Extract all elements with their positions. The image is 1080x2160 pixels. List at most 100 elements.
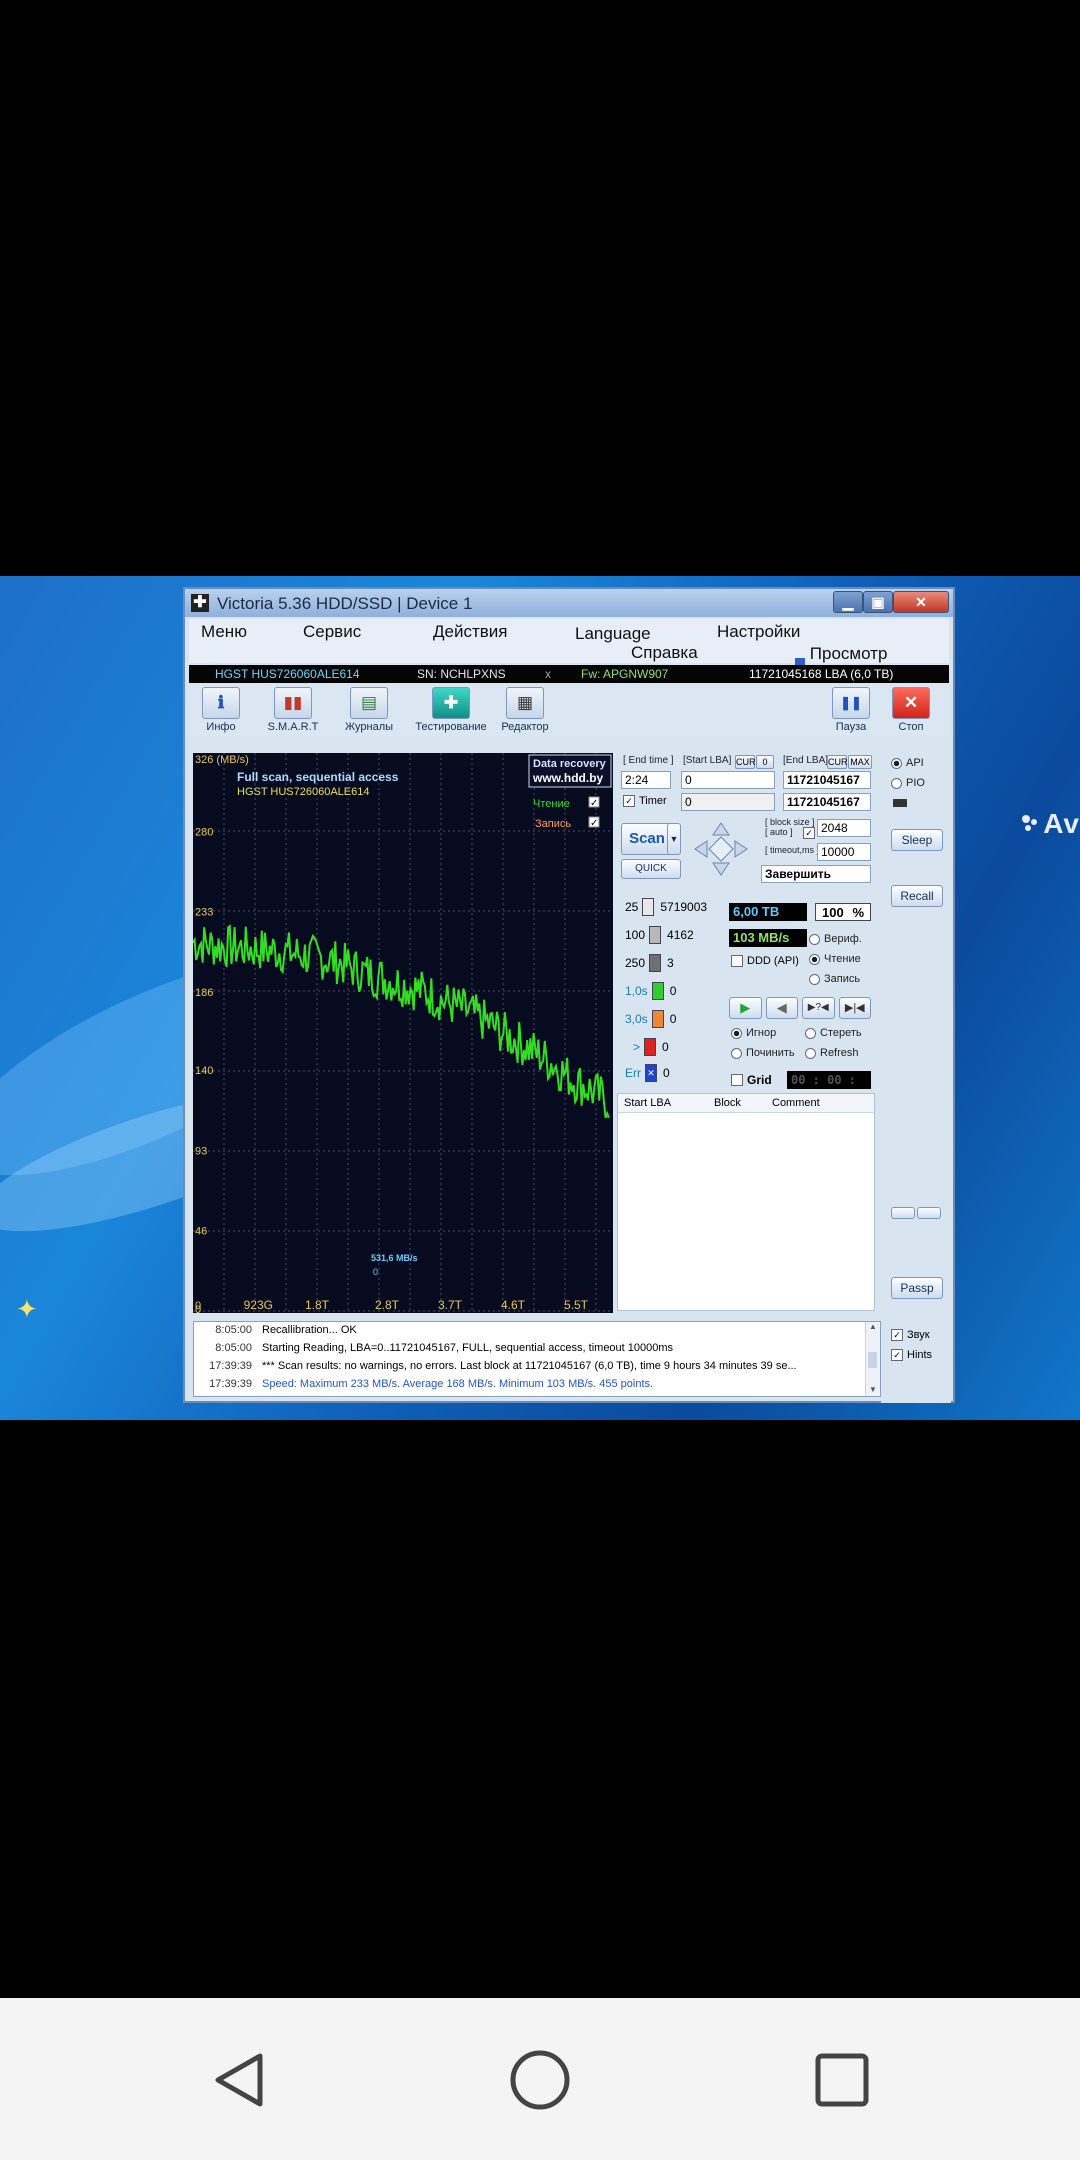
title-bar[interactable]: ✚ Victoria 5.36 HDD/SSD | Device 1 ▁ ▣ ✕ <box>185 589 953 617</box>
y-tick-label: 186 <box>195 987 213 999</box>
scan-button[interactable]: Scan <box>621 823 673 855</box>
pause-button[interactable]: ❚❚ Пауза <box>829 687 873 733</box>
counter-label: > <box>633 1040 641 1054</box>
sound-checkbox[interactable]: ✓ <box>891 1329 903 1341</box>
scan-dropdown-icon[interactable]: ▼ <box>667 823 681 855</box>
counters-list: 25 5719003 100 4162 250 3 1,0s 0 3,0s 0 >0 Er… <box>615 891 727 1082</box>
rewind-icon[interactable]: ◀ <box>765 997 798 1019</box>
timeout-select[interactable]: 10000 <box>817 843 871 861</box>
smart-label: S.M.A.R.T <box>267 721 319 733</box>
stop-button[interactable]: ✕ Стоп <box>889 687 933 733</box>
counter-err: Err ✕ 0 <box>625 1061 670 1085</box>
editor-button[interactable]: ▦ Редактор <box>497 687 553 733</box>
mode-read[interactable]: Чтение <box>809 953 861 965</box>
timer-label: Timer <box>639 795 667 807</box>
action-erase[interactable]: Стереть <box>805 1027 862 1039</box>
menu-settings[interactable]: Настройки <box>717 622 800 642</box>
timer-field[interactable]: 0 <box>681 793 775 811</box>
end-icon[interactable]: ▶|◀ <box>838 997 871 1019</box>
action-refresh[interactable]: Refresh <box>805 1047 859 1059</box>
hints-checkbox[interactable]: ✓ <box>891 1349 903 1361</box>
legend-read-check: ✓ <box>590 798 598 809</box>
counter-value: 0 <box>669 1012 677 1026</box>
y-tick-label: 280 <box>195 826 213 838</box>
ddd-api-toggle[interactable]: DDD (API) <box>731 955 799 967</box>
minimize-icon[interactable]: ▁ <box>833 591 863 613</box>
timer-checkbox[interactable]: ✓ <box>623 795 635 807</box>
counter-3s: 3,0s 0 <box>625 1007 676 1031</box>
ddd-api-checkbox[interactable] <box>731 955 743 967</box>
editor-chip-icon: ▦ <box>506 687 544 719</box>
x-tick-label: 5.5T <box>564 1298 589 1312</box>
stop-label: Стоп <box>898 721 924 733</box>
verify-label: Вериф. <box>824 933 862 945</box>
sound-toggle[interactable]: ✓ Звук <box>891 1329 930 1341</box>
mode-write[interactable]: Запись <box>809 973 860 985</box>
end-time-field[interactable]: 2:24 <box>621 771 671 789</box>
counter-swatch <box>649 954 662 972</box>
log-scrollbar[interactable]: ▲ ▼ <box>865 1322 880 1396</box>
auto-checkbox[interactable]: ✓ <box>803 827 815 839</box>
menu-help[interactable]: Справка <box>631 643 698 663</box>
direction-pad[interactable] <box>693 821 749 877</box>
end-max-button[interactable]: MAX <box>848 755 872 769</box>
scroll-up-icon[interactable]: ▲ <box>866 1322 880 1331</box>
log-time: 17:39:39 <box>209 1378 252 1390</box>
hints-toggle[interactable]: ✓ Hints <box>891 1349 932 1361</box>
skip-icon[interactable]: ▶?◀ <box>802 997 835 1019</box>
col-start-lba[interactable]: Start LBA <box>624 1097 671 1109</box>
counter-value: 5719003 <box>660 900 708 914</box>
timer-lba-field[interactable]: 11721045167 <box>783 793 871 811</box>
radio-icon <box>809 933 820 945</box>
back-triangle-icon[interactable] <box>210 2050 270 2110</box>
action-repair[interactable]: Починить <box>731 1047 795 1059</box>
write-label: Запись <box>824 973 861 985</box>
end-cur-button[interactable]: CUR <box>827 755 848 769</box>
interface-api[interactable]: API <box>891 757 924 769</box>
grid-timer: 00 : 00 : 00 <box>787 1071 871 1105</box>
home-circle-icon[interactable] <box>508 2048 572 2112</box>
info-button[interactable]: ℹ Инфо <box>195 687 247 733</box>
col-comment[interactable]: Comment <box>772 1097 820 1109</box>
grid-toggle[interactable]: Grid <box>731 1073 772 1087</box>
ddd-api-label: DDD (API) <box>747 955 799 967</box>
device-indicator-icon <box>893 799 907 807</box>
play-icon[interactable]: ▶ <box>729 997 762 1019</box>
end-lba-field[interactable]: 11721045167 <box>783 771 871 789</box>
maximize-icon[interactable]: ▣ <box>863 591 893 613</box>
menu-language[interactable]: Language <box>575 624 651 644</box>
start-lba-field[interactable]: 0 <box>681 771 775 789</box>
passp-button[interactable]: Passp <box>891 1277 943 1299</box>
smart-button[interactable]: ▮▮ S.M.A.R.T <box>261 687 325 733</box>
radio-icon <box>809 973 820 985</box>
recall-button[interactable]: Recall <box>891 885 943 907</box>
timer-toggle[interactable]: ✓ Timer <box>623 795 667 807</box>
testing-button[interactable]: ✚ Тестирование <box>411 687 491 733</box>
finish-action-select[interactable]: Завершить <box>761 865 871 883</box>
start-zero-button[interactable]: 0 <box>756 755 774 769</box>
logs-button[interactable]: ▤ Журналы <box>339 687 399 733</box>
menu-service[interactable]: Сервис <box>303 622 361 642</box>
quick-button[interactable]: QUICK <box>621 859 681 879</box>
close-icon[interactable]: ✕ <box>893 591 949 613</box>
sleep-button[interactable]: Sleep <box>891 829 943 851</box>
log-text: Speed: Maximum 233 MB/s. Average 168 MB/… <box>262 1378 654 1390</box>
recents-square-icon[interactable] <box>812 2050 872 2110</box>
log-row: 8:05:00 Recallibration... OK <box>194 1324 356 1342</box>
menu-actions[interactable]: Действия <box>433 622 507 642</box>
slider-right-button[interactable] <box>917 1207 941 1219</box>
speed-graph: 280 233 186 140 93 46 0 326 (MB/s) 923G 1.8T 2.8T 3… <box>193 753 613 1313</box>
start-cur-button[interactable]: CUR <box>735 755 756 769</box>
block-size-select[interactable]: 2048 <box>817 819 871 837</box>
menu-main[interactable]: Меню <box>201 622 247 642</box>
scroll-thumb[interactable] <box>868 1352 877 1368</box>
start-lba-label: [Start LBA] <box>683 755 732 766</box>
victoria-window: ✚ Victoria 5.36 HDD/SSD | Device 1 ▁ ▣ ✕… <box>183 587 955 1403</box>
interface-pio[interactable]: PIO <box>891 777 925 789</box>
col-block[interactable]: Block <box>714 1097 741 1109</box>
action-ignore[interactable]: Игнор <box>731 1027 776 1039</box>
mode-verify[interactable]: Вериф. <box>809 933 862 945</box>
slider-left-button[interactable] <box>891 1207 915 1219</box>
grid-checkbox[interactable] <box>731 1074 743 1086</box>
scroll-down-icon[interactable]: ▼ <box>866 1385 880 1394</box>
